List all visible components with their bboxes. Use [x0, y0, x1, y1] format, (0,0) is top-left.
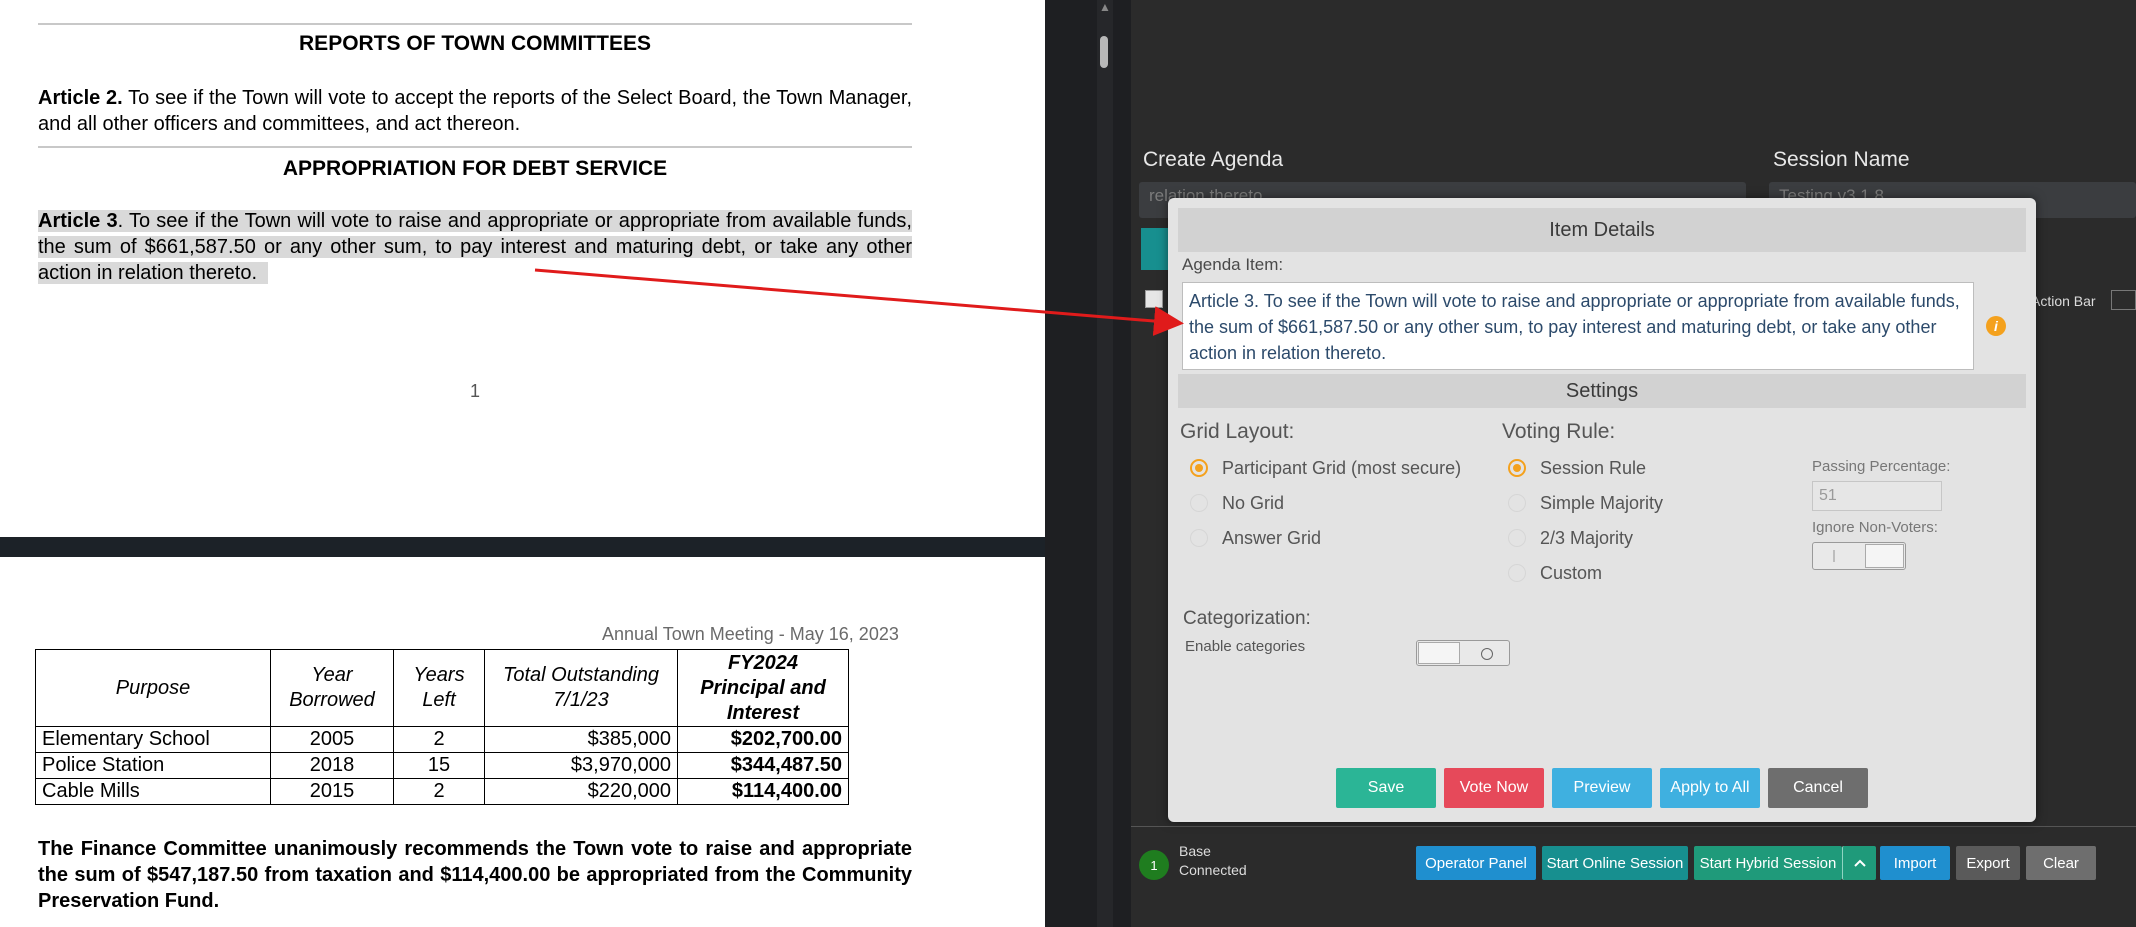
arrow-line	[534, 268, 1184, 336]
annotation-arrow	[534, 268, 1184, 336]
